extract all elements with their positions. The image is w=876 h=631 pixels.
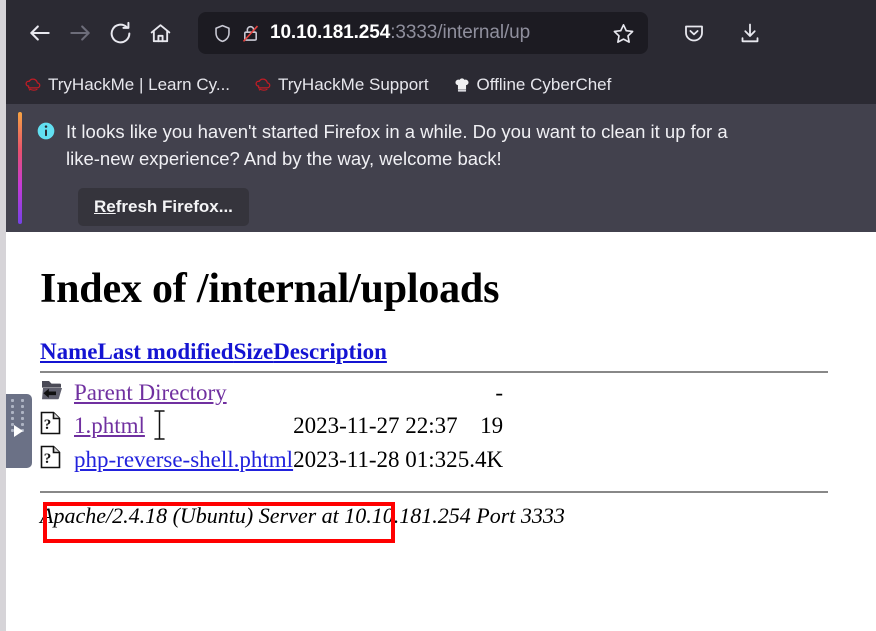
row-name-cell: php-reverse-shell.phtml	[74, 443, 293, 477]
link-php-reverse-shell-phtml[interactable]: php-reverse-shell.phtml	[74, 447, 293, 472]
row-icon-cell: ?	[40, 443, 74, 477]
server-signature: Apache/2.4.18 (Ubuntu) Server at 10.10.1…	[40, 503, 565, 528]
bookmark-star-button[interactable]	[608, 18, 638, 48]
link-1-phtml[interactable]: 1.phtml	[74, 413, 145, 438]
back-button[interactable]	[20, 13, 60, 53]
header-size: Size	[234, 339, 274, 367]
svg-text:?: ?	[44, 451, 52, 467]
directory-listing-table: Name Last modified Size Description	[40, 339, 387, 367]
url-host: 10.10.181.254	[270, 22, 391, 43]
footer-divider	[40, 491, 828, 493]
parent-directory-icon	[42, 381, 62, 400]
row-modified-cell	[293, 377, 458, 409]
row-size-cell: 19	[480, 413, 504, 438]
row-name-cell: Parent Directory	[74, 377, 293, 409]
navigation-toolbar: 10.10.181.254:3333/internal/up	[6, 0, 876, 66]
text-cursor	[153, 409, 166, 441]
pocket-button[interactable]	[674, 13, 714, 53]
row-size-cell: -	[495, 380, 504, 405]
unknown-file-icon: ?	[40, 445, 61, 469]
sort-by-name-link[interactable]: Name	[40, 339, 97, 364]
row-modified-cell: 2023-11-27 22:37	[293, 413, 458, 438]
forward-arrow-icon	[70, 25, 90, 41]
bookmark-tryhackme-support[interactable]: TryHackMe Support	[250, 73, 433, 97]
back-arrow-icon	[30, 25, 50, 41]
bookmark-label: TryHackMe Support	[278, 75, 429, 94]
toolbar-right-buttons	[674, 13, 770, 53]
bookmark-label: TryHackMe | Learn Cy...	[48, 75, 231, 94]
refresh-button-label-rest: fresh Firefox...	[115, 197, 233, 216]
link-parent-directory[interactable]: Parent Directory	[74, 380, 227, 405]
splitter-expand-triangle-icon	[14, 425, 23, 437]
refresh-firefox-notification: It looks like you haven't started Firefo…	[6, 104, 876, 232]
bookmarks-toolbar: TryHackMe | Learn Cy... TryHackMe Suppor…	[6, 66, 876, 104]
reload-icon	[110, 21, 130, 43]
url-path: :3333/internal/up	[390, 22, 531, 43]
downloads-button[interactable]	[730, 13, 770, 53]
row-name-cell: 1.phtml	[74, 409, 293, 443]
row-icon-cell: ?	[40, 409, 74, 443]
row-size-cell: 5.4K	[457, 447, 504, 472]
download-icon	[741, 23, 759, 43]
bookmark-tryhackme-learn[interactable]: TryHackMe | Learn Cy...	[20, 73, 234, 97]
table-row: Parent Directory -	[40, 377, 503, 409]
url-bar[interactable]: 10.10.181.254:3333/internal/up	[198, 12, 648, 54]
refresh-button-accesskey: R	[94, 197, 107, 216]
sort-by-description-link[interactable]: Description	[273, 339, 387, 364]
sort-by-size-link[interactable]: Size	[234, 339, 274, 364]
row-icon-cell	[40, 377, 74, 409]
header-divider	[40, 371, 828, 373]
table-row: ? php-reverse-shell.phtml 2023-11-28 01:…	[40, 443, 503, 477]
unknown-file-icon: ?	[40, 411, 61, 435]
row-modified-cell: 2023-11-28 01:32	[293, 447, 458, 472]
window-left-edge	[0, 0, 6, 631]
header-last-modified: Last modified	[97, 339, 233, 367]
reload-button[interactable]	[100, 13, 140, 53]
notification-line-2: like-new experience? And by the way, wel…	[66, 148, 502, 169]
page-content: Index of /internal/uploads Name Last mod…	[6, 243, 876, 631]
refresh-firefox-button[interactable]: Refresh Firefox...	[78, 188, 249, 226]
header-description: Description	[273, 339, 387, 367]
bookmark-offline-cyberchef[interactable]: Offline CyberChef	[449, 73, 616, 97]
refresh-button-accesskey-letter: e	[106, 197, 116, 216]
notification-message: It looks like you haven't started Firefo…	[66, 118, 728, 172]
shield-icon[interactable]	[208, 19, 236, 47]
page-title: Index of /internal/uploads	[40, 266, 500, 312]
notification-line-1: It looks like you haven't started Firefo…	[66, 121, 728, 142]
home-icon	[150, 23, 170, 42]
url-text[interactable]: 10.10.181.254:3333/internal/up	[270, 22, 608, 44]
table-row: ? 1.phtml 2023-11-27 22:37 19	[40, 409, 503, 443]
forward-button[interactable]	[60, 13, 100, 53]
table-header-row: Name Last modified Size Description	[40, 339, 387, 367]
sort-by-modified-link[interactable]: Last modified	[97, 339, 233, 364]
header-name: Name	[40, 339, 97, 367]
tryhackme-icon	[25, 78, 41, 91]
pocket-icon	[685, 25, 703, 42]
browser-chrome: 10.10.181.254:3333/internal/up TryHackMe…	[6, 0, 876, 232]
star-icon	[613, 23, 633, 43]
svg-text:?: ?	[44, 417, 52, 433]
insecure-lock-icon[interactable]	[236, 19, 264, 47]
info-icon	[36, 121, 56, 146]
chefhat-icon	[455, 78, 469, 92]
home-button[interactable]	[140, 13, 180, 53]
tryhackme-icon	[255, 78, 271, 91]
notification-accent-bar	[18, 112, 22, 224]
bookmark-label: Offline CyberChef	[476, 75, 612, 94]
sidebar-splitter-handle[interactable]	[6, 394, 32, 468]
directory-entries-table: Parent Directory - ? 1.phtml 2023-11-27 …	[40, 377, 503, 477]
